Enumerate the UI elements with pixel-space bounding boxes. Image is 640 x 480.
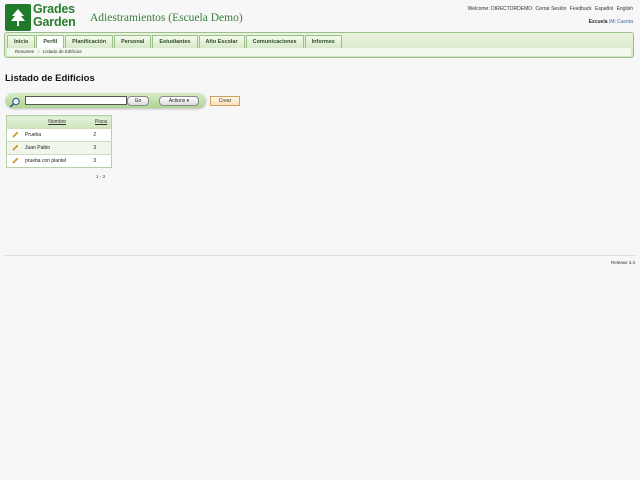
page-title: Listado de Edificios (5, 73, 95, 84)
logo-text: Grades Garden (33, 3, 76, 29)
tab-comunicaciones[interactable]: Comunicaciones (245, 35, 304, 49)
tab-personal[interactable]: Personal (114, 35, 152, 49)
cell-nombre: Prueba (23, 128, 92, 142)
logout-link[interactable]: Cerrar Sesión (536, 6, 567, 12)
search-bar: Go Actions ▾ (5, 93, 205, 108)
grades-garden-logo[interactable]: Grades Garden (5, 3, 83, 31)
school-links: Escuela |Mi Cuenta (589, 19, 633, 25)
crear-button[interactable]: Crear (210, 96, 240, 106)
breadcrumb: Resumen > Listado de Edificios (7, 48, 631, 56)
edit-column-header (6, 115, 23, 129)
escuela-link[interactable]: Escuela (589, 19, 608, 25)
go-button[interactable]: Go (127, 96, 149, 106)
buildings-table: Nombre Pisos Prueba 2 Juan Pablo 3 prueb… (6, 115, 112, 168)
feedback-link[interactable]: Feedback (570, 6, 592, 12)
edit-pencil-icon[interactable] (6, 128, 23, 142)
app-title: Adiestramientos (Escuela Demo) (90, 12, 243, 24)
cell-pisos: 3 (91, 154, 112, 168)
footer-divider (5, 255, 635, 256)
cell-nombre: prueba con plantel (23, 154, 92, 168)
chevron-down-icon: ▾ (186, 98, 190, 104)
breadcrumb-root-link[interactable]: Resumen (15, 49, 34, 54)
tree-logo-icon (5, 4, 31, 31)
edit-pencil-icon[interactable] (6, 141, 23, 155)
mi-cuenta-link[interactable]: Mi Cuenta (610, 19, 633, 25)
espanol-link[interactable]: Español (595, 6, 613, 12)
actions-button[interactable]: Actions ▾ (159, 96, 199, 106)
table-row: prueba con plantel 3 (6, 154, 112, 168)
welcome-text: Welcome: DIRECTORDEMO (467, 6, 533, 12)
table-header-row: Nombre Pisos (6, 115, 112, 129)
cell-pisos: 2 (91, 128, 112, 142)
tab-planificacion[interactable]: Planificación (65, 35, 114, 49)
main-navbar: Inicio Perfil Planificación Personal Est… (4, 32, 634, 58)
cell-pisos: 3 (91, 141, 112, 155)
table-row: Juan Pablo 3 (6, 141, 112, 155)
edit-pencil-icon[interactable] (6, 154, 23, 168)
tab-informes[interactable]: Informes (304, 35, 342, 49)
tab-estudiantes[interactable]: Estudiantes (152, 35, 198, 49)
english-link[interactable]: English (617, 6, 633, 12)
top-links: Welcome: DIRECTORDEMO Cerrar Sesión Feed… (466, 6, 633, 12)
release-version: Release 3.3 (610, 260, 635, 265)
pager-range: 1 - 3 (96, 174, 106, 179)
nav-tabs: Inicio Perfil Planificación Personal Est… (7, 35, 343, 49)
cell-nombre: Juan Pablo (23, 141, 92, 155)
search-input[interactable] (25, 96, 127, 105)
column-header-pisos[interactable]: Pisos (91, 115, 112, 129)
table-row: Prueba 2 (6, 128, 112, 142)
tab-ano-escolar[interactable]: Año Escolar (198, 35, 245, 49)
search-icon (9, 95, 21, 113)
column-header-nombre[interactable]: Nombre (23, 115, 92, 129)
actions-label: Actions (168, 98, 186, 104)
tab-perfil[interactable]: Perfil (36, 35, 65, 49)
tab-inicio[interactable]: Inicio (7, 35, 36, 49)
logo-line2: Garden (33, 15, 76, 29)
breadcrumb-current: Listado de Edificios (42, 49, 82, 54)
breadcrumb-separator: > (37, 49, 40, 54)
